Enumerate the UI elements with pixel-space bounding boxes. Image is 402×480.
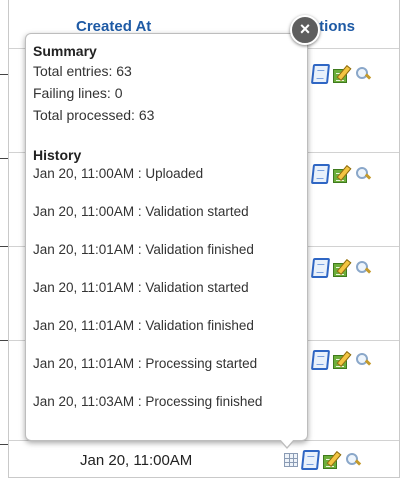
history-item: Jan 20, 11:01AM : Validation finished — [33, 242, 254, 257]
summary-total-processed: Total processed: 63 — [33, 107, 155, 123]
row-actions — [310, 258, 371, 278]
created-at-cell: Jan 20, 11:00AM — [80, 452, 193, 469]
row-actions — [310, 164, 371, 184]
edit-icon[interactable] — [333, 164, 352, 183]
summary-title: Summary — [33, 43, 97, 59]
close-popover-button[interactable]: × — [290, 15, 320, 45]
popover-arrow — [279, 439, 295, 449]
details-popover: Summary Total entries: 63 Failing lines:… — [25, 33, 308, 441]
row-edge-mark — [0, 340, 8, 341]
document-icon[interactable] — [310, 64, 331, 84]
row-edge-mark — [0, 158, 8, 159]
history-section: History Jan 20, 11:00AM : Uploaded Jan 2… — [33, 146, 307, 430]
magnifier-icon[interactable] — [345, 452, 361, 468]
row-edge-mark — [0, 246, 8, 247]
document-icon[interactable] — [310, 258, 331, 278]
edit-icon[interactable] — [333, 64, 352, 83]
history-item: Jan 20, 11:03AM : Processing finished — [33, 394, 263, 409]
document-icon[interactable] — [310, 350, 331, 370]
history-item: Jan 20, 11:01AM : Processing started — [33, 356, 258, 371]
summary-failing-lines: Failing lines: 0 — [33, 85, 123, 101]
history-title: History — [33, 147, 82, 163]
edit-icon[interactable] — [333, 258, 352, 277]
document-icon[interactable] — [300, 450, 321, 470]
row-actions — [284, 450, 361, 470]
magnifier-icon[interactable] — [355, 352, 371, 368]
history-item: Jan 20, 11:00AM : Validation started — [33, 204, 249, 219]
magnifier-icon[interactable] — [355, 260, 371, 276]
history-item: Jan 20, 11:01AM : Validation finished — [33, 318, 254, 333]
document-icon[interactable] — [310, 164, 331, 184]
edit-icon[interactable] — [323, 450, 342, 469]
row-edge-mark — [0, 444, 8, 445]
edit-icon[interactable] — [333, 350, 352, 369]
row-actions — [310, 64, 371, 84]
history-item: Jan 20, 11:01AM : Validation started — [33, 280, 249, 295]
summary-total-entries: Total entries: 63 — [33, 63, 132, 79]
history-item: Jan 20, 11:00AM : Uploaded — [33, 166, 204, 181]
row-actions — [310, 350, 371, 370]
magnifier-icon[interactable] — [355, 166, 371, 182]
row-edge-mark — [0, 74, 8, 75]
table-icon[interactable] — [284, 453, 298, 467]
magnifier-icon[interactable] — [355, 66, 371, 82]
